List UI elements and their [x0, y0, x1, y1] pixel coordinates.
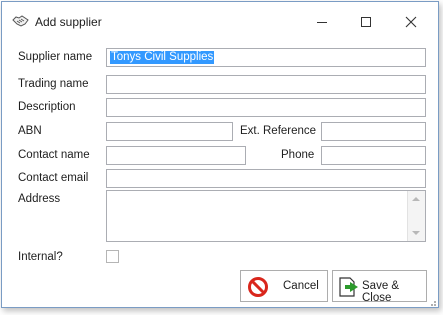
address-field[interactable]	[106, 190, 426, 242]
address-label: Address	[18, 193, 61, 205]
contact-email-field[interactable]	[106, 169, 426, 188]
trading-name-field[interactable]	[106, 75, 426, 94]
handshake-icon	[12, 14, 29, 28]
supplier-name-value: Tonys Civil Supplies	[110, 51, 215, 64]
contact-email-label: Contact email	[18, 172, 89, 184]
scroll-down-icon[interactable]	[412, 231, 420, 235]
phone-field[interactable]	[321, 146, 426, 165]
title-bar: Add supplier	[2, 2, 438, 40]
no-entry-icon	[247, 276, 269, 301]
minimize-icon	[317, 22, 327, 23]
ext-reference-label: Ext. Reference	[240, 125, 317, 137]
internal-label: Internal?	[18, 251, 63, 263]
resize-grip-icon[interactable]	[428, 297, 436, 306]
abn-field[interactable]	[106, 122, 233, 141]
contact-name-label: Contact name	[18, 149, 90, 161]
contact-name-field[interactable]	[106, 146, 246, 165]
window-title: Add supplier	[35, 15, 102, 29]
phone-label: Phone	[281, 149, 315, 161]
scroll-up-icon[interactable]	[412, 197, 420, 201]
cancel-label: Cancel	[283, 280, 319, 292]
supplier-name-field[interactable]: Tonys Civil Supplies	[106, 48, 426, 67]
add-supplier-dialog: Add supplier Supplier name Tonys Civil S…	[1, 1, 439, 308]
trading-name-label: Trading name	[18, 78, 89, 90]
description-label: Description	[18, 101, 76, 113]
internal-checkbox[interactable]	[106, 250, 119, 263]
close-button[interactable]	[391, 8, 431, 36]
description-field[interactable]	[106, 98, 426, 117]
abn-label: ABN	[18, 125, 42, 137]
ext-reference-field[interactable]	[321, 122, 426, 141]
cancel-button[interactable]: Cancel	[240, 270, 328, 302]
address-scrollbar[interactable]	[407, 191, 425, 241]
save-close-button[interactable]: Save & Close	[332, 270, 427, 304]
exit-arrow-icon	[337, 276, 359, 301]
maximize-button[interactable]	[346, 8, 386, 36]
maximize-icon	[361, 17, 371, 27]
supplier-name-label: Supplier name	[18, 51, 93, 63]
close-icon	[405, 16, 417, 28]
minimize-button[interactable]	[302, 8, 342, 36]
save-close-label: Save & Close	[362, 280, 400, 304]
